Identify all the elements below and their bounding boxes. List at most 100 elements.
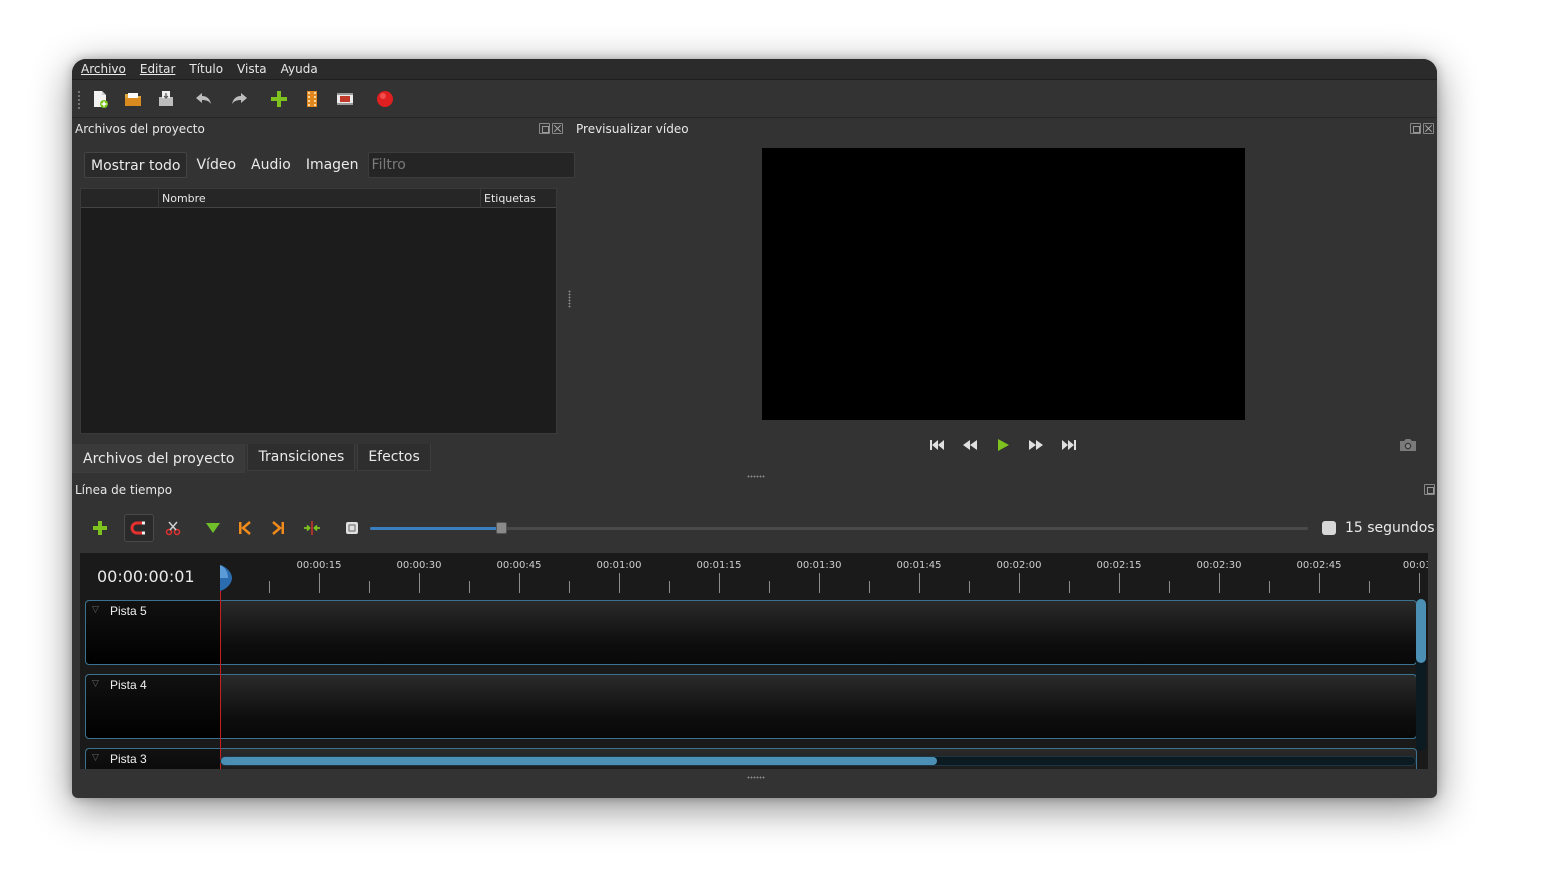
snapshot-button[interactable] bbox=[1398, 436, 1418, 454]
filter-image-button[interactable]: Imagen bbox=[300, 152, 365, 178]
horizontal-scroll-thumb[interactable] bbox=[221, 757, 938, 765]
marker-icon bbox=[206, 523, 220, 533]
track-header[interactable] bbox=[86, 749, 221, 769]
column-thumbnail[interactable] bbox=[81, 189, 158, 208]
rewind-button[interactable] bbox=[960, 435, 980, 455]
fast-forward-button[interactable] bbox=[1026, 435, 1046, 455]
filter-show-all-button[interactable]: Mostrar todo bbox=[84, 152, 188, 178]
snap-toggle-button[interactable] bbox=[124, 514, 154, 542]
ruler-minor-tick bbox=[669, 581, 670, 593]
ruler-minor-tick bbox=[1269, 581, 1270, 593]
bottom-splitter[interactable] bbox=[747, 776, 765, 779]
timeline-dock-buttons bbox=[1424, 484, 1435, 495]
ruler-label: 00:00:15 bbox=[296, 560, 342, 571]
track-collapse-icon[interactable]: ▽ bbox=[92, 605, 99, 615]
ruler-major-tick bbox=[1219, 573, 1220, 593]
jump-end-button[interactable] bbox=[1059, 435, 1079, 455]
left-dock-tabs: Archivos del proyecto Transiciones Efect… bbox=[72, 444, 433, 473]
track-name: Pista 5 bbox=[110, 604, 147, 618]
files-table-header: Nombre Etiquetas bbox=[81, 189, 556, 208]
menu-titulo[interactable]: Título bbox=[189, 62, 223, 76]
dock-close-icon[interactable] bbox=[1423, 123, 1434, 134]
project-files-title: Archivos del proyecto bbox=[75, 122, 205, 136]
import-files-button[interactable] bbox=[267, 87, 291, 111]
track-pista-4[interactable]: ▽ Pista 4 bbox=[85, 674, 1417, 739]
column-nombre[interactable]: Nombre bbox=[158, 189, 480, 208]
razor-tool-button[interactable] bbox=[158, 514, 188, 542]
zoom-slider[interactable] bbox=[370, 522, 1308, 534]
ruler-major-tick bbox=[919, 573, 920, 593]
zoom-slider-handle[interactable] bbox=[496, 522, 508, 534]
fullscreen-button[interactable] bbox=[333, 87, 357, 111]
current-time-display: 00:00:00:01 bbox=[97, 567, 195, 586]
ruler-label: 00:01:30 bbox=[796, 560, 842, 571]
add-marker-button[interactable] bbox=[198, 514, 228, 542]
add-track-button[interactable] bbox=[85, 514, 115, 542]
previous-marker-button[interactable] bbox=[230, 514, 260, 542]
menu-vista[interactable]: Vista bbox=[237, 62, 267, 76]
choose-profile-icon bbox=[307, 91, 317, 107]
menu-ayuda[interactable]: Ayuda bbox=[281, 62, 318, 76]
zoom-fit-button[interactable] bbox=[337, 514, 367, 542]
project-files-table[interactable]: Nombre Etiquetas bbox=[80, 188, 557, 434]
undo-icon bbox=[196, 93, 211, 104]
dock-float-icon[interactable] bbox=[539, 123, 550, 134]
ruler-minor-tick bbox=[1369, 581, 1370, 593]
tab-transitions[interactable]: Transiciones bbox=[247, 444, 356, 471]
choose-profile-button[interactable] bbox=[300, 87, 324, 111]
vertical-scroll-thumb[interactable] bbox=[1416, 599, 1426, 663]
tab-effects[interactable]: Efectos bbox=[357, 444, 431, 471]
previous-marker-icon bbox=[239, 521, 251, 535]
filter-input[interactable] bbox=[367, 152, 575, 178]
undo-button[interactable] bbox=[192, 87, 216, 111]
center-playhead-icon bbox=[304, 521, 320, 535]
horizontal-splitter[interactable] bbox=[747, 475, 765, 478]
dock-close-icon[interactable] bbox=[552, 123, 563, 134]
zoom-scale-label: 15 segundos bbox=[1345, 520, 1435, 536]
export-video-icon bbox=[377, 91, 393, 107]
ruler-minor-tick bbox=[1169, 581, 1170, 593]
vertical-splitter[interactable] bbox=[568, 290, 571, 308]
ruler-major-tick bbox=[819, 573, 820, 593]
toolbar-grip[interactable] bbox=[77, 90, 81, 109]
filter-row: Mostrar todo Vídeo Audio Imagen bbox=[84, 152, 575, 178]
track-pista-5[interactable]: ▽ Pista 5 bbox=[85, 600, 1417, 665]
playhead-line bbox=[220, 591, 221, 769]
play-button[interactable] bbox=[993, 435, 1013, 455]
ruler-major-tick bbox=[319, 573, 320, 593]
menu-archivo[interactable]: Archivo bbox=[81, 62, 126, 76]
timeline-vertical-scrollbar[interactable] bbox=[1416, 599, 1426, 751]
menu-editar[interactable]: Editar bbox=[140, 62, 176, 76]
timeline-ruler[interactable]: 00:00:15 00:00:30 00:00:45 00:01:00 00:01:15… bbox=[220, 553, 1428, 599]
track-collapse-icon[interactable]: ▽ bbox=[92, 679, 99, 689]
track-header[interactable] bbox=[86, 601, 221, 664]
timeline-area[interactable]: 00:00:00:01 00:00:15 00:00:30 00:00:45 00:0… bbox=[80, 553, 1428, 769]
app-window: Archivo Editar Título Vista Ayuda Archiv… bbox=[72, 59, 1437, 798]
open-project-icon bbox=[125, 93, 141, 106]
track-header[interactable] bbox=[86, 675, 221, 738]
dock-float-icon[interactable] bbox=[1424, 484, 1435, 495]
redo-button[interactable] bbox=[227, 87, 251, 111]
export-video-button[interactable] bbox=[373, 87, 397, 111]
new-project-button[interactable] bbox=[88, 87, 112, 111]
save-project-icon bbox=[159, 91, 173, 106]
save-project-button[interactable] bbox=[154, 87, 178, 111]
playhead-handle-icon[interactable] bbox=[219, 565, 233, 591]
tab-project-files[interactable]: Archivos del proyecto bbox=[72, 444, 246, 473]
filter-audio-button[interactable]: Audio bbox=[245, 152, 297, 178]
column-etiquetas[interactable]: Etiquetas bbox=[480, 189, 556, 208]
ruler-major-tick bbox=[1119, 573, 1120, 593]
fast-forward-icon bbox=[1029, 440, 1043, 450]
ruler-major-tick bbox=[619, 573, 620, 593]
track-collapse-icon[interactable]: ▽ bbox=[92, 753, 99, 763]
next-marker-button[interactable] bbox=[263, 514, 293, 542]
video-preview-screen bbox=[762, 148, 1245, 420]
timeline-horizontal-scrollbar[interactable] bbox=[220, 756, 1416, 766]
fullscreen-icon bbox=[337, 93, 353, 105]
ruler-minor-tick bbox=[369, 581, 370, 593]
open-project-button[interactable] bbox=[121, 87, 145, 111]
jump-start-button[interactable] bbox=[927, 435, 947, 455]
filter-video-button[interactable]: Vídeo bbox=[190, 152, 242, 178]
center-playhead-button[interactable] bbox=[297, 514, 327, 542]
dock-float-icon[interactable] bbox=[1410, 123, 1421, 134]
